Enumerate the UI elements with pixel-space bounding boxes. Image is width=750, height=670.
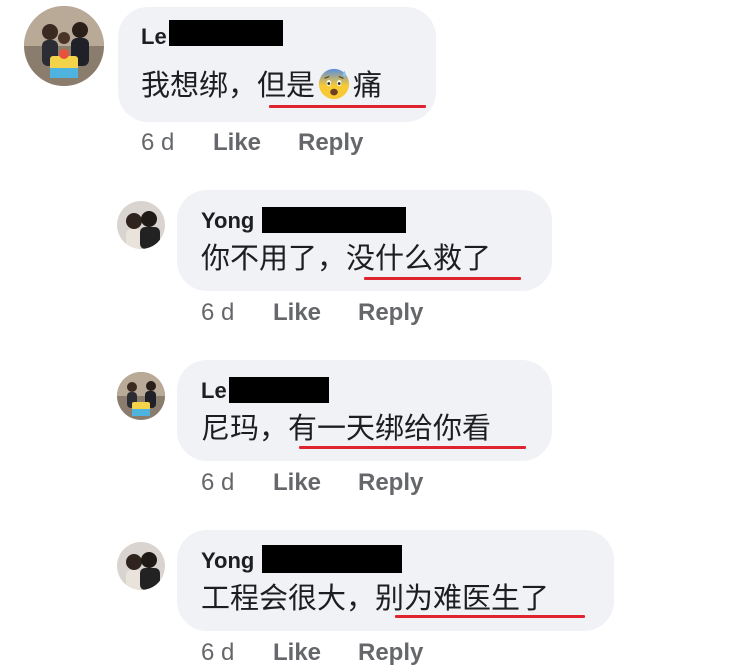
like-button[interactable]: Like: [213, 129, 261, 157]
red-underline: [364, 277, 521, 280]
comment-text: 尼玛，有一天绑给你看: [201, 411, 492, 445]
comment-author[interactable]: Yong: [201, 208, 254, 234]
redaction-bar: [169, 20, 283, 46]
couple-photo-icon: [117, 542, 165, 590]
reply-button[interactable]: Reply: [358, 639, 423, 667]
comment-timestamp[interactable]: 6 d: [201, 299, 234, 327]
comment-timestamp[interactable]: 6 d: [141, 129, 174, 157]
red-underline: [269, 105, 426, 108]
family-photo-icon: [117, 372, 165, 420]
comment-timestamp[interactable]: 6 d: [201, 639, 234, 667]
comment-author[interactable]: Le: [141, 24, 167, 50]
avatar-le[interactable]: [24, 6, 104, 86]
red-underline: [299, 446, 526, 449]
redaction-bar: [229, 377, 329, 403]
like-button[interactable]: Like: [273, 469, 321, 497]
comment-author[interactable]: Le: [201, 378, 227, 404]
comment-text: 工程会很大，别为难医生了: [201, 581, 550, 615]
redaction-bar: [262, 545, 402, 573]
family-photo-icon: [24, 6, 104, 86]
reply-button[interactable]: Reply: [298, 129, 363, 157]
comment-text: 你不用了，没什么救了: [201, 241, 492, 275]
like-button[interactable]: Like: [273, 299, 321, 327]
comment-author[interactable]: Yong: [201, 548, 254, 574]
redaction-bar: [262, 207, 406, 233]
avatar-le[interactable]: [117, 372, 165, 420]
avatar-yong[interactable]: [117, 201, 165, 249]
reply-button[interactable]: Reply: [358, 469, 423, 497]
avatar-yong[interactable]: [117, 542, 165, 590]
red-underline: [395, 615, 585, 618]
anxious-face-with-sweat-icon: [318, 68, 350, 100]
like-button[interactable]: Like: [273, 639, 321, 667]
comment-text: 我想绑，但是 痛: [141, 68, 383, 102]
comment-timestamp[interactable]: 6 d: [201, 469, 234, 497]
reply-button[interactable]: Reply: [358, 299, 423, 327]
couple-photo-icon: [117, 201, 165, 249]
